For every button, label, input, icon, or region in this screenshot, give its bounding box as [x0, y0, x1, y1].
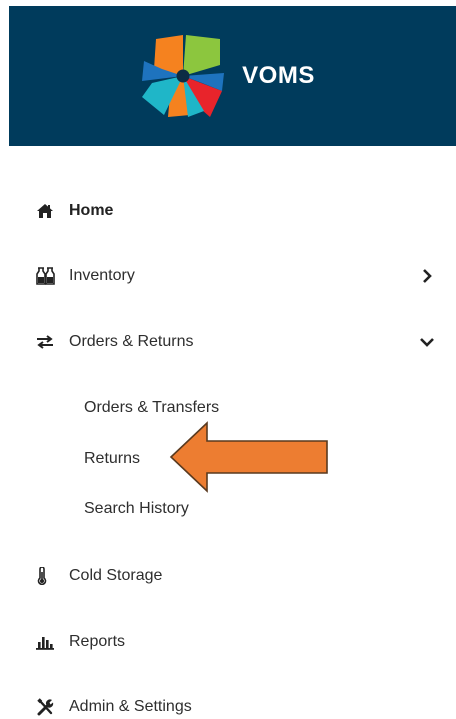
nav-item-orders-returns[interactable]: Orders & Returns — [36, 325, 446, 359]
brand-logo[interactable]: VOMS — [140, 33, 315, 119]
subnav-search-history[interactable]: Search History — [84, 494, 189, 524]
nav-label-cold-storage: Cold Storage — [69, 567, 163, 584]
vials-icon — [36, 266, 58, 286]
chevron-down-icon[interactable] — [420, 334, 434, 350]
nav-item-home[interactable]: Home — [36, 194, 446, 228]
nav-label-home: Home — [69, 202, 114, 219]
nav-label-inventory: Inventory — [69, 267, 135, 284]
subnav-returns[interactable]: Returns — [84, 444, 140, 474]
bar-chart-icon — [36, 632, 58, 652]
nav-label-orders-returns: Orders & Returns — [69, 333, 194, 350]
home-icon — [36, 201, 58, 221]
brand-name: VOMS — [242, 62, 315, 89]
subnav-label: Orders & Transfers — [84, 399, 220, 416]
annotation-arrow-icon — [169, 421, 328, 493]
subnav-orders-transfers[interactable]: Orders & Transfers — [84, 393, 219, 423]
tools-icon — [36, 697, 58, 717]
nav-item-reports[interactable]: Reports — [36, 625, 446, 659]
exchange-icon — [36, 332, 58, 352]
nav-item-inventory[interactable]: Inventory — [36, 259, 446, 293]
app-header: VOMS — [9, 6, 456, 146]
thermometer-icon — [36, 566, 58, 586]
logo-pinwheel-icon — [142, 35, 225, 117]
subnav-label: Returns — [84, 450, 141, 467]
chevron-right-icon[interactable] — [420, 268, 434, 284]
nav-label-reports: Reports — [69, 633, 126, 650]
subnav-label: Search History — [84, 500, 189, 517]
nav-label-admin-settings: Admin & Settings — [69, 698, 192, 715]
nav-item-cold-storage[interactable]: Cold Storage — [36, 559, 446, 593]
nav-item-admin-settings[interactable]: Admin & Settings — [36, 690, 446, 719]
